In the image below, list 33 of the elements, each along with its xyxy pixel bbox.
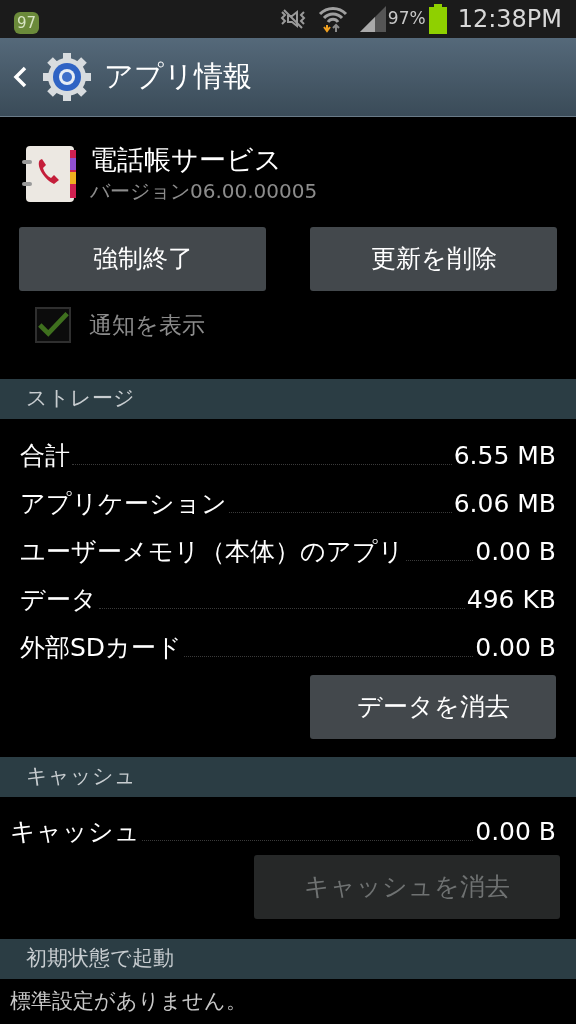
row-value: 6.06 MB [453,488,556,520]
section-header: キャッシュ [0,757,576,797]
row-value: 496 KB [466,584,556,616]
row-value: 0.00 B [475,816,556,848]
app-version: バージョン06.00.00005 [90,178,318,205]
wifi-icon [317,5,348,33]
row-label: データ [20,584,97,616]
section-header: ストレージ [0,379,576,419]
row-value: 0.00 B [475,632,556,664]
row-label: ユーザーメモリ（本体）のアプリ [20,536,404,568]
row-label: 合計 [20,440,70,472]
section-header: 初期状態で起動 [0,939,576,979]
gear-icon [42,52,92,102]
row-label: 外部SDカード [20,632,183,664]
row-label: キャッシュ [10,816,140,848]
action-button[interactable]: 強制終了 [19,227,266,291]
notification-badge: 97 [14,12,40,34]
row-label: アプリケーション [20,488,227,520]
action-button[interactable]: データを消去 [310,675,556,739]
screen-title: アプリ情報 [104,58,252,96]
battery-icon [427,4,448,34]
back-icon[interactable] [12,65,28,89]
phonebook-icon [22,144,78,204]
app-name: 電話帳サービス [90,143,283,177]
checkbox-label: 通知を表示 [89,310,205,340]
row-value: 0.00 B [475,536,556,568]
signal-icon [359,6,386,32]
launch-defaults-text: 標準設定がありません。 [9,988,248,1015]
clock: 12:38PM [457,4,562,35]
checkmark-icon [37,310,69,340]
row-value: 6.55 MB [453,440,556,472]
action-button[interactable]: 更新を削除 [310,227,557,291]
battery-percent: 97% [387,7,426,31]
